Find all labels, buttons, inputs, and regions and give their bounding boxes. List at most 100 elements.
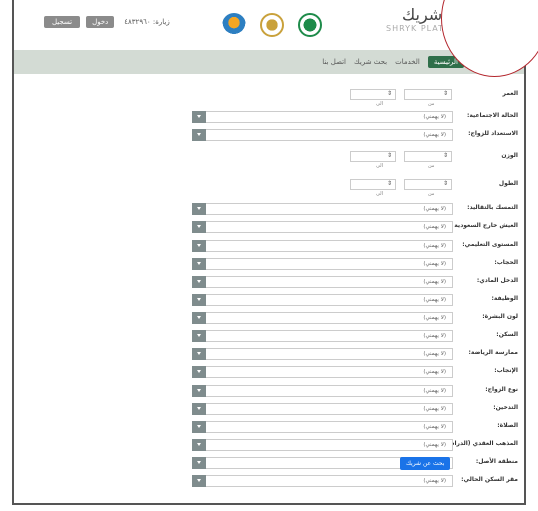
spinner-icon: ⇕ xyxy=(386,180,392,187)
ministry-logo-icon xyxy=(298,13,322,37)
nav-item[interactable]: اتصل بنا xyxy=(322,58,346,66)
weight-from-caption: من xyxy=(428,163,435,169)
filter-select-value: (لا يهمني) xyxy=(423,478,446,484)
filter-label: لون البشرة: xyxy=(482,313,518,320)
filter-select[interactable]: (لا يهمني) xyxy=(192,421,453,433)
filter-label: الوظيفة: xyxy=(491,295,518,302)
partner-logo-icon xyxy=(222,13,246,37)
weight-from-input[interactable]: ⇕ xyxy=(404,151,452,162)
chevron-down-icon[interactable] xyxy=(192,240,206,252)
filter-select-value: (لا يهمني) xyxy=(423,261,446,267)
height-to-caption: الى xyxy=(376,191,384,197)
height-from-caption: من xyxy=(428,191,435,197)
height-from-input[interactable]: ⇕ xyxy=(404,179,452,190)
age-to-caption: الى xyxy=(376,101,384,107)
height-to-input[interactable]: ⇕ xyxy=(350,179,396,190)
chevron-down-icon[interactable] xyxy=(192,221,206,233)
filter-row: الوظيفة: (لا يهمني) xyxy=(14,293,524,307)
filter-label: منطقة الأصل: xyxy=(475,458,518,465)
filter-select[interactable]: (لا يهمني) xyxy=(192,221,453,233)
chevron-down-icon[interactable] xyxy=(192,457,206,469)
filter-row: السكن: (لا يهمني) xyxy=(14,329,524,343)
filter-select-value: (لا يهمني) xyxy=(423,442,446,448)
chevron-down-icon[interactable] xyxy=(192,403,206,415)
chevron-down-icon[interactable] xyxy=(192,330,206,342)
filter-row: لون البشرة: (لا يهمني) xyxy=(14,311,524,325)
filter-select[interactable]: (لا يهمني) xyxy=(192,240,453,252)
height-label: الطول xyxy=(498,180,518,187)
filter-select[interactable]: (لا يهمني) xyxy=(192,276,453,288)
filter-row: الحجاب: (لا يهمني) xyxy=(14,257,524,271)
filter-select-value: (لا يهمني) xyxy=(423,351,446,357)
filter-select[interactable]: (لا يهمني) xyxy=(192,203,453,215)
spinner-icon: ⇕ xyxy=(442,152,448,159)
chevron-down-icon[interactable] xyxy=(192,366,206,378)
filter-select-value: (لا يهمني) xyxy=(423,315,446,321)
filter-select[interactable]: (لا يهمني) xyxy=(192,475,453,487)
age-from-caption: من xyxy=(428,101,435,107)
visits-counter: زيارة: ٤٨٣٢٩٦٠ xyxy=(124,18,170,26)
chevron-down-icon[interactable] xyxy=(192,312,206,324)
filter-label: الدخل المادي: xyxy=(476,277,518,284)
chevron-down-icon[interactable] xyxy=(192,439,206,451)
chevron-down-icon[interactable] xyxy=(192,294,206,306)
partner-logos xyxy=(222,13,322,37)
filter-select-value: (لا يهمني) xyxy=(423,206,446,212)
chevron-down-icon[interactable] xyxy=(192,276,206,288)
chevron-down-icon[interactable] xyxy=(192,111,206,123)
filter-select[interactable]: (لا يهمني) xyxy=(192,294,453,306)
weight-label: الوزن xyxy=(501,152,518,159)
age-to-input[interactable]: ⇕ xyxy=(404,89,452,100)
chevron-down-icon[interactable] xyxy=(192,421,206,433)
filter-select[interactable]: (لا يهمني) xyxy=(192,439,453,451)
filter-select[interactable]: (لا يهمني) xyxy=(192,330,453,342)
filter-select[interactable]: (لا يهمني) xyxy=(192,366,453,378)
weight-to-input[interactable]: ⇕ xyxy=(350,151,396,162)
spinner-icon: ⇕ xyxy=(442,90,448,97)
filter-row: المستوى التعليمي: (لا يهمني) xyxy=(14,239,524,253)
filter-select-value: (لا يهمني) xyxy=(423,114,446,120)
age-row: العمر ⇕ ⇕ الى من xyxy=(14,88,524,107)
filter-row: التمسك بالتقاليد: (لا يهمني) xyxy=(14,202,524,216)
filter-row: الدخل المادي: (لا يهمني) xyxy=(14,275,524,289)
filter-select[interactable]: (لا يهمني) xyxy=(192,312,453,324)
filter-select-value: (لا يهمني) xyxy=(423,132,446,138)
filter-select[interactable]: (لا يهمني) xyxy=(192,111,453,123)
filter-row: التدخين: (لا يهمني) xyxy=(14,402,524,416)
weight-to-caption: الى xyxy=(376,163,384,169)
chevron-down-icon[interactable] xyxy=(192,348,206,360)
filter-select[interactable]: (لا يهمني) xyxy=(192,129,453,141)
chevron-down-icon[interactable] xyxy=(192,129,206,141)
filter-select[interactable]: (لا يهمني) xyxy=(192,348,453,360)
filter-select-value: (لا يهمني) xyxy=(423,406,446,412)
filter-row: ممارسة الرياضة: (لا يهمني) xyxy=(14,347,524,361)
nav-item[interactable]: الخدمات xyxy=(395,58,420,66)
step-badge-number: ٦ xyxy=(513,0,531,7)
chevron-down-icon[interactable] xyxy=(192,475,206,487)
filter-select-value: (لا يهمني) xyxy=(423,243,446,249)
register-button[interactable]: تسجيل xyxy=(44,16,81,28)
filter-select[interactable]: (لا يهمني) xyxy=(192,385,453,397)
filter-row: الاستعداد للزواج: (لا يهمني) xyxy=(14,128,524,142)
filter-label: ممارسة الرياضة: xyxy=(468,349,518,356)
filter-select-value: (لا يهمني) xyxy=(423,388,446,394)
filter-label: الإنجاب: xyxy=(494,367,518,374)
filter-select-value: (لا يهمني) xyxy=(423,297,446,303)
age-from-input[interactable]: ⇕ xyxy=(350,89,396,100)
spinner-icon: ⇕ xyxy=(386,90,392,97)
nav-item[interactable]: بحث شريك xyxy=(354,58,387,66)
chevron-down-icon[interactable] xyxy=(192,258,206,270)
weight-row: الوزن ⇕ ⇕ الى من xyxy=(14,150,524,169)
spinner-icon: ⇕ xyxy=(442,180,448,187)
login-button[interactable]: دخول xyxy=(86,16,115,28)
filter-select-value: (لا يهمني) xyxy=(423,279,446,285)
account-area: تسجيل دخول زيارة: ٤٨٣٢٩٦٠ xyxy=(44,16,170,28)
filter-select[interactable]: (لا يهمني) xyxy=(192,403,453,415)
search-partner-button[interactable]: بحث عن شريك xyxy=(400,457,451,470)
chevron-down-icon[interactable] xyxy=(192,385,206,397)
filter-row: الحالة الاجتماعية: (لا يهمني) xyxy=(14,110,524,124)
filter-label: نوع الزواج: xyxy=(485,386,518,393)
filter-select[interactable]: (لا يهمني) xyxy=(192,258,453,270)
chevron-down-icon[interactable] xyxy=(192,203,206,215)
filter-label: مقر السكن الحالي: xyxy=(461,476,518,483)
